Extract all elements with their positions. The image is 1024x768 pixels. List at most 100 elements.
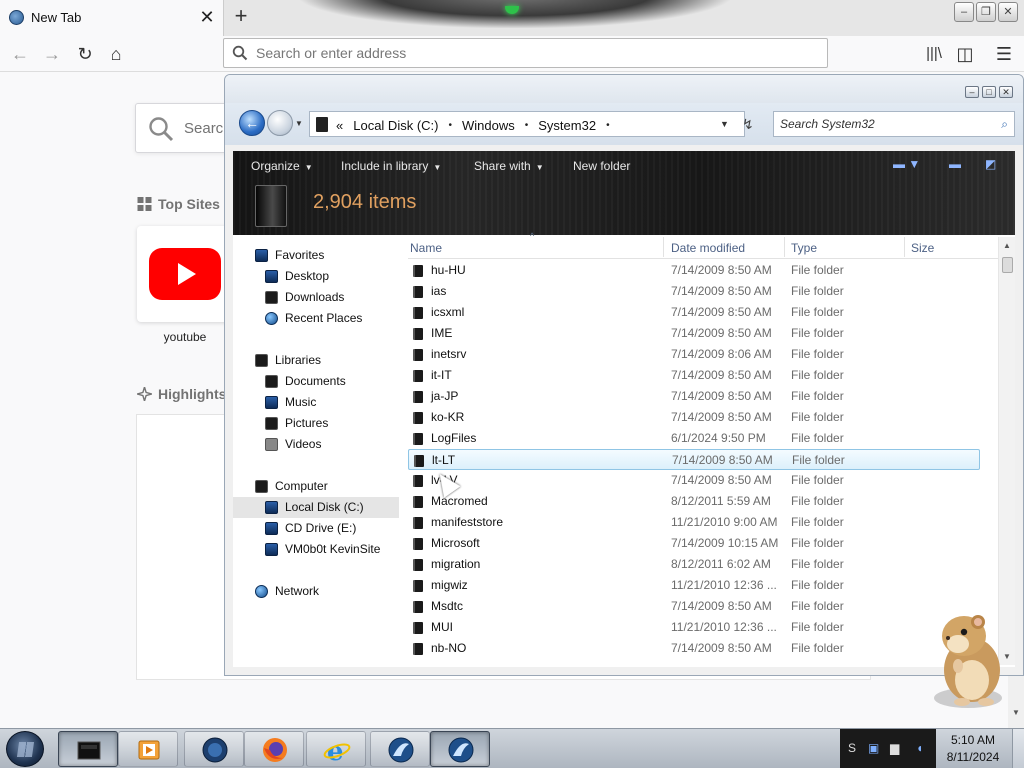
nav-music[interactable]: Music (233, 392, 399, 413)
nav-recent-places[interactable]: Recent Places (233, 308, 399, 329)
menu-icon[interactable]: ☰ (992, 42, 1016, 66)
maximize-icon[interactable]: □ (982, 86, 996, 98)
taskbar-waterfox[interactable] (370, 731, 430, 767)
forward-arrow-icon[interactable] (267, 110, 293, 136)
nav-favorites[interactable]: Favorites (233, 245, 399, 266)
table-row[interactable]: lv-LV 7/14/2009 8:50 AM File folder (408, 470, 980, 491)
table-row[interactable]: LogFiles 6/1/2024 9:50 PM File folder (408, 428, 980, 449)
top-site-tile-youtube[interactable] (137, 226, 233, 322)
help-icon[interactable]: ◩ (985, 157, 996, 171)
start-button[interactable] (6, 731, 44, 767)
breadcrumb-separator[interactable]: • (448, 120, 452, 131)
new-folder-button[interactable]: New folder (573, 159, 630, 173)
table-row[interactable]: it-IT 7/14/2009 8:50 AM File folder (408, 365, 980, 386)
table-row[interactable]: migwiz 11/21/2010 12:36 ... File folder (408, 575, 980, 596)
table-row[interactable]: Microsoft 7/14/2009 10:15 AM File folder (408, 533, 980, 554)
column-divider[interactable] (784, 237, 785, 257)
explorer-search-box[interactable]: Search System32 ⌕ (773, 111, 1015, 137)
column-divider[interactable] (663, 237, 664, 257)
include-in-library-button[interactable]: Include in library ▼ (341, 159, 441, 173)
close-tab-icon[interactable]: ✕ (198, 7, 216, 27)
taskbar-explorer[interactable] (58, 731, 118, 767)
reload-icon[interactable]: ↻ (73, 42, 97, 66)
table-row[interactable]: ja-JP 7/14/2009 8:50 AM File folder (408, 386, 980, 407)
change-view-icon[interactable]: ▬ ▼ (893, 157, 920, 171)
organize-button[interactable]: Organize ▼ (251, 159, 313, 173)
table-row[interactable]: lt-LT 7/14/2009 8:50 AM File folder (408, 449, 980, 470)
nav-videos[interactable]: Videos (233, 434, 399, 455)
preview-pane-icon[interactable]: ▬ (949, 157, 961, 171)
back-icon[interactable]: ← (8, 42, 32, 66)
nav-network[interactable]: Network (233, 581, 399, 602)
taskbar-waterfox-active[interactable] (430, 731, 490, 767)
table-row[interactable]: IME 7/14/2009 8:50 AM File folder (408, 323, 980, 344)
scroll-up-icon[interactable]: ▲ (1003, 241, 1011, 250)
column-date-modified[interactable]: Date modified (671, 241, 745, 255)
forward-icon[interactable]: → (40, 42, 64, 66)
address-dropdown-icon[interactable]: ▼ (720, 119, 729, 129)
column-type[interactable]: Type (791, 241, 817, 255)
nav-libraries[interactable]: Libraries (233, 350, 399, 371)
nav-network-share[interactable]: VM0b0t KevinSite (233, 539, 399, 560)
table-row[interactable]: inetsrv 7/14/2009 8:06 AM File folder (408, 344, 980, 365)
nav-computer[interactable]: Computer (233, 476, 399, 497)
computer-tray-icon[interactable]: ▆ (890, 741, 899, 755)
top-site-label[interactable]: youtube (137, 330, 233, 344)
taskbar-globe-app[interactable] (184, 731, 244, 767)
taskbar-firefox[interactable] (244, 731, 304, 767)
nav-documents[interactable]: Documents (233, 371, 399, 392)
breadcrumb-separator[interactable]: • (606, 120, 610, 131)
table-row[interactable]: ko-KR 7/14/2009 8:50 AM File folder (408, 407, 980, 428)
table-row[interactable]: icsxml 7/14/2009 8:50 AM File folder (408, 302, 980, 323)
library-icon[interactable]: |||\ (922, 42, 946, 66)
nav-desktop[interactable]: Desktop (233, 266, 399, 287)
nav-cd-drive[interactable]: CD Drive (E:) (233, 518, 399, 539)
column-divider[interactable] (904, 237, 905, 257)
breadcrumb[interactable]: « Local Disk (C:) • Windows • System32 •… (309, 111, 754, 137)
column-name[interactable]: Name (410, 241, 442, 255)
search-icon[interactable]: ⌕ (1001, 117, 1008, 132)
share-with-button[interactable]: Share with ▼ (474, 159, 544, 173)
refresh-icon[interactable]: ↯ (742, 116, 754, 133)
table-row[interactable]: manifeststore 11/21/2010 9:00 AM File fold… (408, 512, 980, 533)
address-input[interactable] (256, 43, 816, 63)
close-icon[interactable]: ✕ (999, 86, 1013, 98)
back-arrow-icon[interactable]: ← (239, 110, 265, 136)
clock[interactable]: 5:10 AM 8/11/2024 (936, 729, 1010, 768)
nav-downloads[interactable]: Downloads (233, 287, 399, 308)
breadcrumb-windows[interactable]: Windows (462, 118, 515, 133)
show-desktop-button[interactable] (1012, 729, 1024, 768)
volume-icon[interactable]: ◖ (916, 741, 923, 755)
home-icon[interactable]: ⌂ (104, 42, 128, 66)
scroll-thumb[interactable] (1002, 257, 1013, 273)
column-size[interactable]: Size (911, 241, 934, 255)
minimize-icon[interactable]: – (954, 2, 974, 22)
tray-overflow-icon[interactable]: S (848, 741, 856, 755)
close-window-icon[interactable]: ✕ (998, 2, 1018, 22)
taskbar-internet-explorer[interactable]: e (306, 731, 366, 767)
table-row[interactable]: nb-NO 7/14/2009 8:50 AM File folder (408, 638, 980, 659)
nav-local-disk[interactable]: Local Disk (C:) (233, 497, 399, 518)
breadcrumb-system32[interactable]: System32 (538, 118, 596, 133)
file-list-scrollbar[interactable]: ▲ ▼ (998, 237, 1015, 665)
table-row[interactable]: MUI 11/21/2010 12:36 ... File folder (408, 617, 980, 638)
breadcrumb-local-disk[interactable]: Local Disk (C:) (353, 118, 438, 133)
explorer-titlebar[interactable]: – □ ✕ (225, 75, 1023, 103)
table-row[interactable]: hu-HU 7/14/2009 8:50 AM File folder (408, 260, 980, 281)
tab-new-tab[interactable]: New Tab ✕ (0, 0, 224, 36)
history-dropdown-icon[interactable]: ▼ (295, 119, 305, 129)
taskbar-media-player[interactable] (118, 731, 178, 767)
breadcrumb-overflow[interactable]: « (336, 118, 343, 133)
sidebar-icon[interactable]: ◫ (953, 42, 977, 66)
minimize-icon[interactable]: – (965, 86, 979, 98)
restore-icon[interactable]: ❐ (976, 2, 996, 22)
nav-pictures[interactable]: Pictures (233, 413, 399, 434)
monitor-icon[interactable]: ▣ (868, 741, 879, 755)
breadcrumb-separator[interactable]: • (525, 120, 529, 131)
new-tab-button[interactable]: + (230, 5, 252, 29)
table-row[interactable]: Msdtc 7/14/2009 8:50 AM File folder (408, 596, 980, 617)
table-row[interactable]: migration 8/12/2011 6:02 AM File folder (408, 554, 980, 575)
url-bar[interactable] (223, 38, 828, 68)
table-row[interactable]: Macromed 8/12/2011 5:59 AM File folder (408, 491, 980, 512)
table-row[interactable]: ias 7/14/2009 8:50 AM File folder (408, 281, 980, 302)
